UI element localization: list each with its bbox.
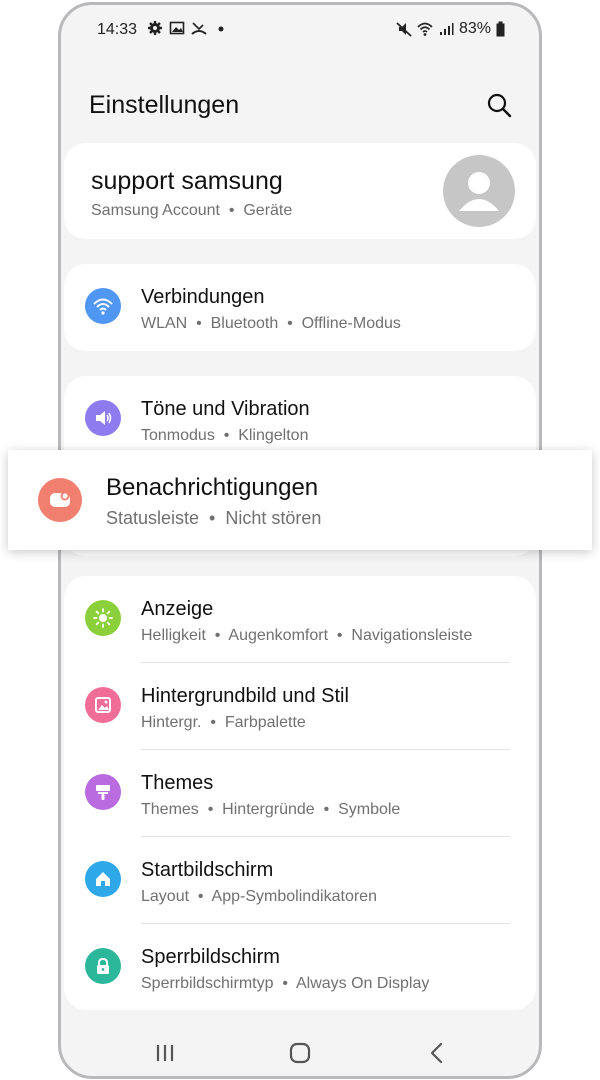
- settings-item-wallpaper[interactable]: Hintergrundbild und Stil Hintergr. • Far…: [64, 663, 536, 750]
- item-subtitle: Statusleiste • Nicht stören: [106, 508, 322, 528]
- gear-icon: [147, 20, 163, 36]
- settings-item-themes[interactable]: Themes Themes • Hintergründe • Symbole: [64, 750, 536, 837]
- account-name: support samsung: [91, 167, 283, 195]
- home-button-icon: [286, 1039, 314, 1067]
- sun-icon: [85, 600, 121, 636]
- item-subtitle: Hintergr. • Farbpalette: [141, 714, 306, 731]
- settings-item-notifications[interactable]: Benachrichtigungen Statusleiste • Nicht …: [8, 450, 592, 550]
- settings-item-connections[interactable]: Verbindungen WLAN • Bluetooth • Offline-…: [64, 264, 536, 351]
- avatar[interactable]: [443, 155, 515, 227]
- battery-percent: 83%: [458, 20, 491, 37]
- item-subtitle: Themes • Hintergründe • Symbole: [141, 801, 401, 818]
- navigation-bar: [61, 1027, 539, 1076]
- wifi-icon: [85, 288, 121, 324]
- status-left-icons: [147, 20, 229, 36]
- item-title: Startbildschirm: [141, 859, 274, 881]
- card-connections: Verbindungen WLAN • Bluetooth • Offline-…: [64, 264, 536, 351]
- account-subtitle: Samsung Account • Geräte: [91, 202, 293, 219]
- settings-item-lock-screen[interactable]: Sperrbildschirm Sperrbildschirmtyp • Alw…: [64, 924, 536, 1011]
- item-title: Themes: [141, 772, 214, 794]
- signal-icon: [438, 21, 454, 37]
- page-title: Einstellungen: [89, 91, 240, 119]
- speaker-icon: [85, 400, 121, 436]
- home-icon: [85, 861, 121, 897]
- item-title: Anzeige: [141, 598, 214, 620]
- search-icon: [485, 91, 513, 119]
- recents-button[interactable]: [151, 1039, 179, 1067]
- item-subtitle: Tonmodus • Klingelton: [141, 427, 309, 444]
- battery-icon: [496, 21, 505, 37]
- person-icon: [443, 155, 515, 227]
- missed-call-icon: [191, 20, 207, 36]
- lock-icon: [85, 948, 121, 984]
- picture-icon: [85, 687, 121, 723]
- search-button[interactable]: [485, 91, 513, 119]
- image-icon: [169, 20, 185, 36]
- item-title: Benachrichtigungen: [106, 474, 319, 501]
- item-subtitle: Layout • App-Symbolindikatoren: [141, 888, 377, 905]
- item-subtitle: Helligkeit • Augenkomfort • Navigationsl…: [141, 627, 473, 644]
- status-bar: 14:33 83%: [61, 5, 539, 55]
- account-card[interactable]: support samsung Samsung Account • Geräte: [64, 143, 536, 239]
- status-time: 14:33: [97, 21, 138, 38]
- home-button[interactable]: [286, 1039, 314, 1067]
- mute-icon: [396, 21, 412, 37]
- item-subtitle: WLAN • Bluetooth • Offline-Modus: [141, 315, 401, 332]
- dot-icon: [213, 20, 229, 36]
- card-display-group: Anzeige Helligkeit • Augenkomfort • Navi…: [64, 576, 536, 1010]
- back-icon: [423, 1039, 451, 1067]
- recents-icon: [151, 1039, 179, 1067]
- back-button[interactable]: [423, 1039, 451, 1067]
- wifi-icon: [417, 21, 433, 37]
- brush-icon: [85, 774, 121, 810]
- notification-icon: [38, 478, 82, 522]
- status-right: 83%: [396, 20, 505, 38]
- item-title: Verbindungen: [141, 286, 265, 308]
- item-title: Töne und Vibration: [141, 398, 310, 420]
- item-title: Sperrbildschirm: [141, 946, 280, 968]
- settings-item-home-screen[interactable]: Startbildschirm Layout • App-Symbolindik…: [64, 837, 536, 924]
- item-subtitle: Sperrbildschirmtyp • Always On Display: [141, 975, 430, 992]
- item-title: Hintergrundbild und Stil: [141, 685, 349, 707]
- settings-item-display[interactable]: Anzeige Helligkeit • Augenkomfort • Navi…: [64, 576, 536, 663]
